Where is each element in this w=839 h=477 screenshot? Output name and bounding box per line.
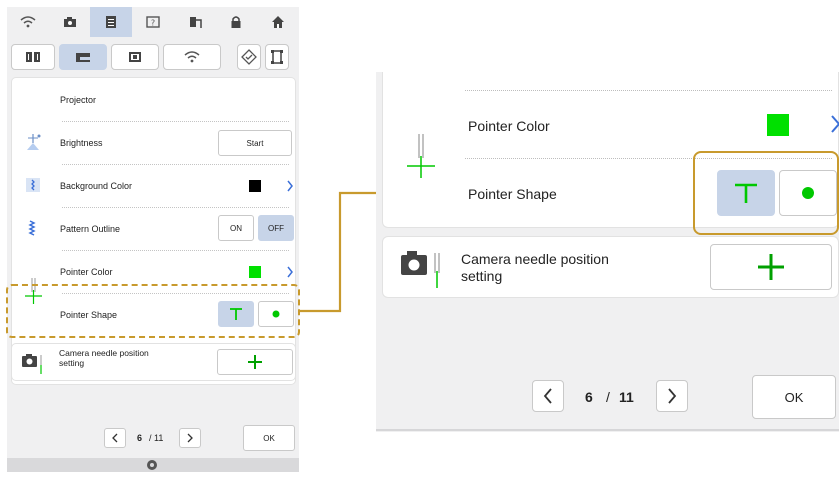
book-icon — [26, 52, 40, 62]
pattern-outline-row: Pattern Outline ON OFF — [12, 207, 297, 250]
svg-text:?: ? — [151, 19, 155, 28]
pattern-outline-icon — [28, 220, 36, 236]
pointer-shape-highlight — [6, 284, 300, 338]
camera-needle-label: Camera needle position setting — [59, 348, 149, 368]
camera-needle-row: Camera needle position setting — [11, 343, 296, 383]
chevron-right-icon[interactable] — [286, 266, 294, 278]
machine-status-icon[interactable] — [146, 459, 158, 471]
plus-icon — [248, 355, 262, 369]
background-color-swatch — [249, 180, 261, 192]
brightness-start-button[interactable]: Start — [218, 130, 292, 156]
page-separator: / — [606, 389, 610, 405]
frame-tab[interactable] — [265, 44, 289, 70]
projector-label: Projector — [60, 94, 97, 105]
ok-button[interactable]: OK — [243, 425, 295, 451]
camera-needle-row: Camera needle position setting — [382, 236, 839, 298]
background-color-icon — [26, 178, 40, 192]
plus-icon — [758, 254, 784, 280]
brightness-label: Brightness — [60, 137, 103, 148]
chevron-right-icon — [668, 388, 677, 404]
frame-icon — [271, 50, 283, 64]
wifi-tab[interactable] — [7, 7, 49, 37]
pointer-shape-label: Pointer Shape — [468, 186, 557, 202]
ok-button[interactable]: OK — [752, 375, 836, 419]
camera-icon — [63, 17, 76, 27]
embroidery-tab[interactable] — [111, 44, 159, 70]
bottom-bar — [7, 458, 299, 472]
pattern-outline-label: Pattern Outline — [60, 223, 121, 234]
pattern-outline-off-button[interactable]: OFF — [258, 215, 294, 241]
page-total: 11 — [619, 389, 634, 405]
settings-icon — [241, 49, 257, 65]
left-pager: 6 / 11 OK — [7, 425, 299, 455]
projector-row: Projector — [12, 78, 297, 121]
bottom-separator — [376, 429, 839, 431]
chevron-left-icon — [543, 388, 552, 404]
pointer-shape-highlight-zoomed — [693, 151, 839, 235]
camera-needle-icon — [22, 354, 42, 374]
chevron-right-icon[interactable] — [286, 180, 294, 192]
top-toolbar: ? — [7, 7, 299, 37]
pattern-outline-on-button[interactable]: ON — [218, 215, 254, 241]
next-page-button[interactable] — [179, 428, 201, 448]
help-tab[interactable]: ? — [132, 7, 174, 37]
help-icon: ? — [146, 16, 160, 28]
chevron-right-icon[interactable] — [829, 114, 839, 134]
chevron-left-icon — [112, 433, 118, 443]
wireless-tab[interactable] — [163, 44, 221, 70]
current-page: 6 — [585, 389, 593, 405]
camera-tab[interactable] — [49, 7, 91, 37]
page-total: / 11 — [149, 433, 164, 443]
background-color-label: Background Color — [60, 180, 133, 191]
divider — [465, 90, 832, 91]
chevron-right-icon — [187, 433, 193, 443]
home-icon — [272, 16, 285, 28]
camera-needle-plus-button[interactable] — [710, 244, 832, 290]
home-tab[interactable] — [257, 7, 299, 37]
settings-tab[interactable] — [237, 44, 261, 70]
sewing-machine-icon — [76, 53, 90, 62]
brightness-row: Brightness Start — [12, 121, 297, 164]
camera-needle-label-line1: Camera needle position — [461, 251, 609, 267]
pointer-color-swatch — [249, 266, 261, 278]
needle-pointer-icon — [407, 134, 435, 178]
embroidery-icon — [129, 52, 141, 62]
previous-page-button[interactable] — [104, 428, 126, 448]
current-page: 6 — [137, 433, 143, 443]
lock-tab[interactable] — [216, 7, 258, 37]
camera-needle-icon — [401, 251, 440, 288]
next-page-button[interactable] — [656, 380, 688, 412]
camera-needle-plus-button[interactable] — [217, 349, 293, 375]
lock-icon — [231, 16, 241, 28]
wifi-icon — [20, 16, 36, 28]
brightness-icon — [27, 134, 41, 150]
page-tab[interactable] — [90, 7, 133, 37]
thread-icon — [189, 17, 202, 28]
pointer-color-swatch — [767, 114, 789, 136]
left-settings-panel: ? Projector Brightness Start Background … — [7, 7, 299, 472]
camera-needle-label-line2: setting — [461, 268, 503, 284]
pointer-color-label: Pointer Color — [468, 118, 550, 134]
settings-list-card: Projector Brightness Start Background Co… — [11, 77, 296, 385]
background-color-row[interactable]: Background Color — [12, 164, 297, 207]
page-icon — [106, 16, 117, 28]
wifi-icon — [184, 51, 200, 63]
sewing-machine-tab[interactable] — [59, 44, 107, 70]
thread-tab[interactable] — [174, 7, 216, 37]
book-tab[interactable] — [11, 44, 55, 70]
previous-page-button[interactable] — [532, 380, 564, 412]
secondary-toolbar — [7, 41, 299, 75]
